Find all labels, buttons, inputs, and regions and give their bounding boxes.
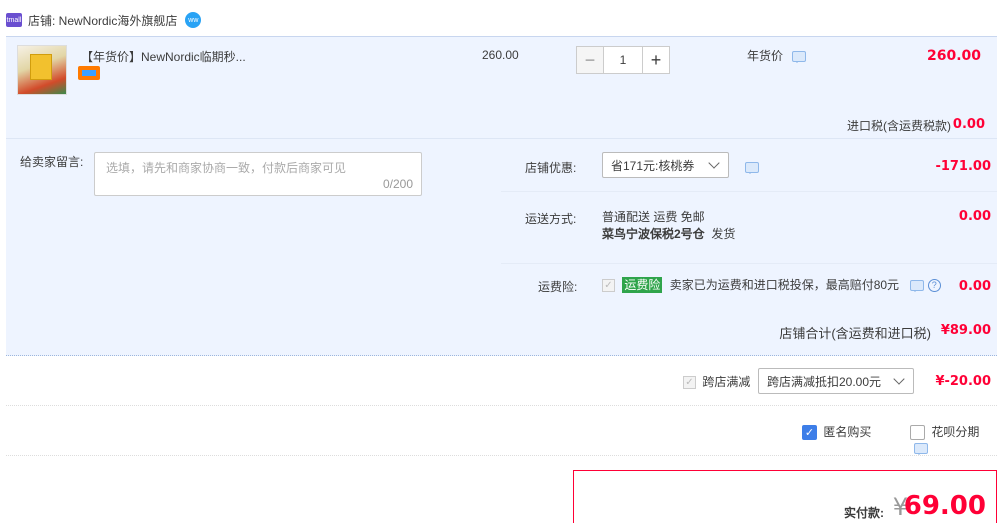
product-thumbnail[interactable] — [17, 45, 67, 95]
insurance-checkbox: ✓ — [602, 279, 615, 293]
shop-discount-row: 店铺优惠: 省171元:核桃券 -171.00 — [501, 139, 997, 192]
seller-message-input[interactable]: 选填，请先和商家协商一致，付款后商家可见 0/200 — [94, 152, 422, 196]
insurance-comment-icon[interactable] — [910, 280, 925, 293]
payment-label: 实付款: — [844, 506, 884, 520]
help-icon[interactable]: ? — [927, 279, 941, 293]
payment-amount: 69.00 — [903, 491, 986, 521]
huabei-checkbox[interactable] — [910, 425, 925, 441]
shop-total-row: 店铺合计(含运费和进口税) ¥89.00 — [6, 304, 997, 356]
cross-store-discount-row: ✓ 跨店满减 跨店满减抵扣20.00元 ¥-20.00 — [6, 356, 997, 406]
purchase-options-row: ✓ 匿名购买 花呗分期 — [6, 406, 997, 456]
quantity-input[interactable]: 1 — [604, 46, 642, 74]
seller-message-label: 给卖家留言: — [20, 155, 84, 169]
seller-message-char-count: 0/200 — [382, 177, 413, 191]
product-service-badge-icon — [78, 66, 100, 80]
shop-discount-value: -171.00 — [935, 159, 991, 174]
insurance-row: 运费险: ✓ 运费险 卖家已为运费和进口税投保，最高赔付80元 ? 0.00 — [501, 264, 997, 304]
insurance-value: 0.00 — [958, 279, 991, 294]
decrease-quantity-button[interactable]: − — [576, 46, 604, 74]
cross-store-value: ¥-20.00 — [935, 374, 991, 389]
promotion-info: 年货价 — [747, 47, 807, 64]
shipping-origin: 菜鸟宁波保税2号仓 — [602, 227, 705, 241]
seller-message-placeholder: 选填，请先和商家协商一致，付款后商家可见 — [106, 161, 347, 175]
shop-name[interactable]: 店铺: NewNordic海外旗舰店 — [28, 12, 177, 29]
shop-discount-label: 店铺优惠: — [525, 161, 577, 175]
huabei-label: 花呗分期 — [931, 425, 980, 439]
increase-quantity-button[interactable]: + — [642, 46, 670, 74]
tmall-shop-icon: tmall — [6, 13, 22, 27]
discount-comment-icon[interactable] — [745, 162, 759, 175]
cross-store-label: 跨店满减 — [702, 375, 751, 389]
import-tax-label: 进口税(含运费税款) — [847, 119, 951, 133]
shipping-details: 普通配送 运费 免邮 菜鸟宁波保税2号仓 发货 — [602, 209, 735, 243]
shop-discount-select[interactable]: 省171元:核桃券 — [602, 152, 729, 178]
product-title[interactable]: 【年货价】NewNordic临期秒... — [81, 48, 246, 65]
shop-discount-selected: 省171元:核桃券 — [611, 158, 695, 173]
payment-summary-box: 实付款: ¥ 69.00 — [573, 470, 997, 523]
huabei-comment-icon[interactable] — [914, 442, 928, 455]
shipping-label: 运送方式: — [525, 212, 577, 226]
cross-store-checkbox: ✓ — [683, 376, 696, 390]
promotion-label: 年货价 — [747, 49, 784, 63]
cross-store-selected: 跨店满减抵扣20.00元 — [767, 374, 882, 389]
anonymous-checkbox[interactable]: ✓ — [802, 425, 817, 441]
shop-total-value: ¥89.00 — [940, 323, 991, 338]
insurance-info: ✓ 运费险 卖家已为运费和进口税投保，最高赔付80元 ? — [602, 276, 941, 293]
quantity-stepper[interactable]: − 1 + — [576, 46, 670, 74]
huabei-option[interactable]: 花呗分期 — [910, 423, 997, 455]
shipping-value: 0.00 — [958, 209, 991, 224]
insurance-label: 运费险: — [538, 280, 578, 294]
anonymous-option[interactable]: ✓ 匿名购买 — [802, 423, 872, 441]
shop-total-label: 店铺合计(含运费和进口税) — [779, 326, 931, 341]
wangwang-chat-icon[interactable]: ww — [185, 12, 202, 28]
seller-message-section: 给卖家留言: 选填，请先和商家协商一致，付款后商家可见 0/200 — [6, 139, 501, 304]
shipping-row: 运送方式: 普通配送 运费 免邮 菜鸟宁波保税2号仓 发货 0.00 — [501, 192, 997, 264]
import-tax-value: 0.00 — [952, 117, 985, 132]
order-item-row: 【年货价】NewNordic临期秒... 260.00 − 1 + 年货价 26… — [6, 36, 997, 139]
shipping-method: 普通配送 运费 免邮 — [602, 210, 705, 224]
insurance-text: 卖家已为运费和进口税投保，最高赔付80元 — [669, 278, 900, 292]
chevron-down-icon — [708, 157, 720, 169]
unit-price: 260.00 — [482, 48, 519, 62]
insurance-tag: 运费险 — [622, 277, 663, 293]
order-options-panel: 店铺优惠: 省171元:核桃券 -171.00 运送方式: 普通配送 运费 免邮… — [501, 139, 997, 304]
item-subtotal: 260.00 — [926, 48, 981, 64]
anonymous-label: 匿名购买 — [823, 425, 872, 439]
chevron-down-icon — [893, 373, 905, 385]
shipping-origin-suffix: 发货 — [711, 227, 736, 241]
cross-store-check: ✓ 跨店满减 — [683, 373, 750, 390]
promotion-comment-icon[interactable] — [792, 51, 807, 64]
cross-store-select[interactable]: 跨店满减抵扣20.00元 — [758, 368, 914, 394]
shop-header: tmall 店铺: NewNordic海外旗舰店 ww — [6, 10, 202, 30]
